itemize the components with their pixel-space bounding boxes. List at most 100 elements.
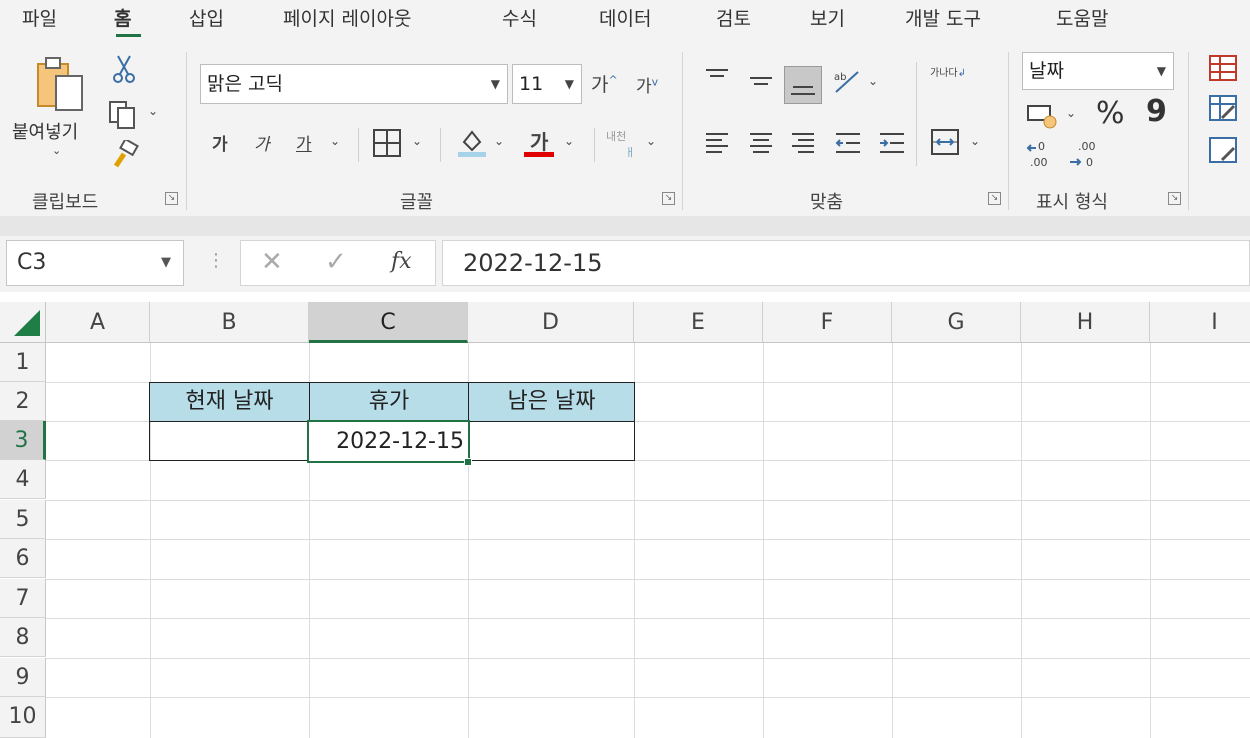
font-color-dropdown-icon[interactable]: ⌄: [564, 134, 574, 148]
tab-insert[interactable]: 삽입: [189, 4, 224, 31]
underline-icon[interactable]: 가: [296, 130, 312, 155]
bold-icon[interactable]: 가: [212, 130, 228, 155]
orientation-icon[interactable]: ab: [832, 66, 862, 100]
wrap-text-icon[interactable]: 가나다↲: [930, 68, 966, 79]
row-header-4[interactable]: 4: [0, 460, 46, 499]
phonetic-dropdown-icon[interactable]: ⌄: [646, 134, 656, 148]
font-name-select[interactable]: 맑은 고딕 ▼: [200, 64, 508, 104]
align-top-icon[interactable]: [704, 66, 730, 94]
row-header-3[interactable]: 3: [0, 421, 46, 460]
fill-color-dropdown-icon[interactable]: ⌄: [494, 134, 504, 148]
insert-function-icon[interactable]: fx: [391, 249, 412, 274]
decrease-decimal-icon[interactable]: .00 0: [1068, 138, 1100, 174]
column-header-d[interactable]: D: [468, 302, 634, 343]
worksheet-grid: A B C D E F G H I 1 2 3 4 5 6 7 8 9 10 현…: [0, 302, 1250, 738]
decrease-indent-icon[interactable]: [834, 130, 862, 160]
accounting-dropdown-icon[interactable]: ⌄: [1066, 106, 1076, 120]
font-color-icon[interactable]: 가: [530, 126, 548, 155]
font-separator: [358, 128, 359, 162]
orientation-dropdown-icon[interactable]: ⌄: [868, 74, 878, 88]
alignment-launcher-icon[interactable]: ↘: [988, 192, 1001, 205]
tab-formulas[interactable]: 수식: [502, 4, 537, 31]
column-header-i[interactable]: I: [1150, 302, 1250, 343]
column-header-g[interactable]: G: [892, 302, 1021, 343]
tab-review[interactable]: 검토: [716, 4, 751, 31]
tab-help[interactable]: 도움말: [1056, 4, 1108, 31]
italic-icon[interactable]: 가: [254, 130, 270, 155]
row-header-6[interactable]: 6: [0, 539, 46, 578]
column-header-a[interactable]: A: [46, 302, 150, 343]
row-header-9[interactable]: 9: [0, 658, 46, 697]
row-header-1[interactable]: 1: [0, 343, 46, 382]
cell-c3-selected[interactable]: 2022-12-15: [307, 420, 470, 463]
row-header-7[interactable]: 7: [0, 579, 46, 618]
font-size-select[interactable]: 11 ▼: [512, 64, 582, 104]
cancel-icon[interactable]: ✕: [261, 247, 283, 277]
underline-dropdown-icon[interactable]: ⌄: [330, 134, 340, 148]
copy-icon[interactable]: [108, 100, 138, 134]
cell-styles-icon[interactable]: [1208, 136, 1238, 168]
cell-d2[interactable]: 남은 날짜: [468, 382, 635, 422]
tab-page-layout[interactable]: 페이지 레이아웃: [283, 4, 411, 31]
comma-style-icon[interactable]: 9: [1146, 94, 1167, 129]
paste-icon[interactable]: [34, 54, 86, 114]
row-header-5[interactable]: 5: [0, 500, 46, 539]
svg-text:ab: ab: [834, 72, 846, 83]
fill-handle[interactable]: [464, 458, 472, 466]
format-as-table-icon[interactable]: [1208, 94, 1238, 126]
column-header-b[interactable]: B: [150, 302, 309, 343]
align-bottom-icon[interactable]: [784, 66, 822, 104]
paste-label[interactable]: 붙여넣기: [12, 118, 78, 144]
enter-icon[interactable]: ✓: [325, 247, 347, 277]
decrease-font-icon[interactable]: 가v: [636, 72, 658, 97]
tab-file[interactable]: 파일: [22, 4, 57, 31]
font-launcher-icon[interactable]: ↘: [662, 192, 675, 205]
align-left-icon[interactable]: [704, 130, 730, 160]
align-middle-icon[interactable]: [748, 70, 774, 98]
increase-indent-icon[interactable]: [878, 130, 906, 160]
column-header-h[interactable]: H: [1021, 302, 1150, 343]
select-all-button[interactable]: [0, 302, 46, 343]
merge-center-icon[interactable]: [930, 128, 960, 160]
formula-input[interactable]: 2022-12-15: [442, 240, 1250, 286]
phonetic-icon[interactable]: 내천: [606, 128, 626, 144]
column-header-f[interactable]: F: [763, 302, 892, 343]
number-launcher-icon[interactable]: ↘: [1168, 192, 1181, 205]
number-format-select[interactable]: 날짜 ▼: [1022, 52, 1174, 90]
cell-d3[interactable]: [468, 421, 635, 461]
gridline: [46, 658, 1250, 659]
name-box[interactable]: C3 ▼: [6, 240, 184, 286]
formula-bar-divider-icon[interactable]: ⋮: [207, 250, 225, 271]
conditional-format-icon[interactable]: [1208, 54, 1238, 86]
cut-icon[interactable]: [112, 54, 136, 88]
column-header-c[interactable]: C: [309, 302, 468, 343]
increase-decimal-icon[interactable]: 0.00: [1026, 138, 1058, 174]
align-right-icon[interactable]: [790, 130, 816, 160]
copy-dropdown-icon[interactable]: ⌄: [148, 104, 158, 118]
svg-text:.00: .00: [1078, 140, 1096, 153]
paste-dropdown-icon[interactable]: ⌄: [52, 144, 61, 157]
cell-b2[interactable]: 현재 날짜: [149, 382, 310, 422]
borders-dropdown-icon[interactable]: ⌄: [412, 134, 422, 148]
borders-icon[interactable]: [372, 128, 402, 162]
tab-data[interactable]: 데이터: [599, 4, 651, 31]
align-center-icon[interactable]: [748, 130, 774, 160]
tab-home[interactable]: 홈: [114, 4, 131, 31]
row-header-2[interactable]: 2: [0, 382, 46, 421]
percent-icon[interactable]: %: [1096, 96, 1125, 131]
row-header-10[interactable]: 10: [0, 697, 46, 738]
accounting-format-icon[interactable]: [1026, 102, 1058, 134]
column-header-e[interactable]: E: [634, 302, 763, 343]
fill-color-icon[interactable]: [456, 126, 488, 162]
font-color-bar: [524, 152, 554, 157]
increase-font-icon[interactable]: 가^: [591, 70, 618, 97]
clipboard-group-label: 클립보드: [32, 192, 99, 213]
clipboard-launcher-icon[interactable]: ↘: [165, 192, 178, 205]
cell-b3[interactable]: [149, 421, 310, 461]
format-painter-icon[interactable]: [110, 137, 140, 174]
cell-c2[interactable]: 휴가: [309, 382, 469, 422]
tab-view[interactable]: 보기: [810, 4, 845, 31]
tab-developer[interactable]: 개발 도구: [905, 4, 981, 31]
row-header-8[interactable]: 8: [0, 618, 46, 657]
merge-dropdown-icon[interactable]: ⌄: [970, 134, 980, 148]
